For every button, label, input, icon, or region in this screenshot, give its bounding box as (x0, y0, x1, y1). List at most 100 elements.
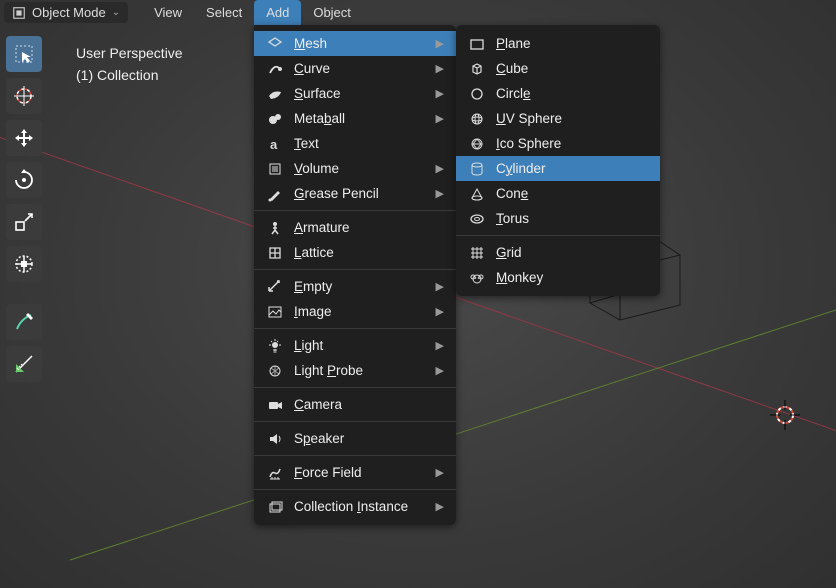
menu-item-camera[interactable]: Camera (254, 392, 456, 417)
submenu-arrow-icon: ▶ (436, 187, 444, 200)
menu-item-armature[interactable]: Armature (254, 215, 456, 240)
menu-item-monkey[interactable]: Monkey (456, 265, 660, 290)
forcefield-icon (266, 464, 284, 482)
menu-item-text[interactable]: a Text (254, 131, 456, 156)
menu-item-label: Ico Sphere (496, 136, 648, 151)
uvsphere-icon (468, 110, 486, 128)
camera-icon (266, 396, 284, 414)
toolbar (6, 36, 42, 382)
submenu-arrow-icon: ▶ (436, 87, 444, 100)
submenu-arrow-icon: ▶ (436, 500, 444, 513)
icosphere-icon (468, 135, 486, 153)
menu-item-label: Light Probe (294, 363, 426, 378)
menu-item-label: Collection Instance (294, 499, 426, 514)
tool-select-box[interactable] (6, 36, 42, 72)
menu-item-label: Metaball (294, 111, 426, 126)
curve-icon (266, 60, 284, 78)
menu-item-grid[interactable]: Grid (456, 240, 660, 265)
menu-item-label: Light (294, 338, 426, 353)
submenu-arrow-icon: ▶ (436, 162, 444, 175)
menu-item-circle[interactable]: Circle (456, 81, 660, 106)
menu-item-label: Surface (294, 86, 426, 101)
tool-cursor[interactable] (6, 78, 42, 114)
tool-transform[interactable] (6, 246, 42, 282)
submenu-arrow-icon: ▶ (436, 112, 444, 125)
menu-item-light[interactable]: Light ▶ (254, 333, 456, 358)
menu-item-label: Force Field (294, 465, 426, 480)
collection-icon (266, 498, 284, 516)
menu-item-label: Cube (496, 61, 648, 76)
submenu-arrow-icon: ▶ (436, 466, 444, 479)
menu-item-empty[interactable]: Empty ▶ (254, 274, 456, 299)
menu-object[interactable]: Object (301, 0, 363, 25)
menu-item-image[interactable]: Image ▶ (254, 299, 456, 324)
menu-item-label: Torus (496, 211, 648, 226)
menu-item-curve[interactable]: Curve▶ (254, 56, 456, 81)
menu-item-cylinder[interactable]: Cylinder (456, 156, 660, 181)
armature-icon (266, 219, 284, 237)
menu-item-lattice[interactable]: Lattice (254, 240, 456, 265)
cylinder-icon (468, 160, 486, 178)
submenu-arrow-icon: ▶ (436, 62, 444, 75)
menu-item-surface[interactable]: Surface ▶ (254, 81, 456, 106)
submenu-arrow-icon: ▶ (436, 364, 444, 377)
menu-add[interactable]: Add (254, 0, 301, 25)
cone-icon (468, 185, 486, 203)
submenu-arrow-icon: ▶ (436, 339, 444, 352)
menu-item-label: Speaker (294, 431, 444, 446)
menu-item-cube[interactable]: Cube (456, 56, 660, 81)
menu-item-plane[interactable]: Plane (456, 31, 660, 56)
menu-item-speaker[interactable]: Speaker (254, 426, 456, 451)
menu-item-torus[interactable]: Torus (456, 206, 660, 231)
menu-item-grease-pencil[interactable]: Grease Pencil▶ (254, 181, 456, 206)
gpencil-icon (266, 185, 284, 203)
cube-icon (468, 60, 486, 78)
menu-item-cone[interactable]: Cone (456, 181, 660, 206)
mode-dropdown[interactable]: Object Mode ⌄ (4, 2, 128, 23)
circle-icon (468, 85, 486, 103)
metaball-icon (266, 110, 284, 128)
menu-item-label: Plane (496, 36, 648, 51)
mesh-submenu[interactable]: Plane Cube CircleUV Sphere Ico Sphere Cylind… (456, 25, 660, 296)
lightprobe-icon (266, 362, 284, 380)
light-icon (266, 337, 284, 355)
menu-item-ico-sphere[interactable]: Ico Sphere (456, 131, 660, 156)
menu-item-volume[interactable]: Volume▶ (254, 156, 456, 181)
volume-icon (266, 160, 284, 178)
torus-icon (468, 210, 486, 228)
submenu-arrow-icon: ▶ (436, 280, 444, 293)
tool-annotate[interactable] (6, 304, 42, 340)
surface-icon (266, 85, 284, 103)
viewport-overlay-text: User Perspective (1) Collection (76, 42, 183, 86)
tool-rotate[interactable] (6, 162, 42, 198)
menu-view[interactable]: View (142, 0, 194, 25)
tool-scale[interactable] (6, 204, 42, 240)
menu-item-light-probe[interactable]: Light Probe ▶ (254, 358, 456, 383)
tool-measure[interactable] (6, 346, 42, 382)
menu-select[interactable]: Select (194, 0, 254, 25)
text-icon: a (266, 135, 284, 153)
menu-item-metaball[interactable]: Metaball ▶ (254, 106, 456, 131)
menu-item-label: Lattice (294, 245, 444, 260)
menu-item-collection-instance[interactable]: Collection Instance ▶ (254, 494, 456, 519)
mesh-icon (266, 35, 284, 53)
add-menu[interactable]: Mesh▶Curve▶ Surface ▶ Metaball ▶ a Text Volume▶… (254, 25, 456, 525)
tool-move[interactable] (6, 120, 42, 156)
menu-item-force-field[interactable]: Force Field ▶ (254, 460, 456, 485)
menu-item-uv-sphere[interactable]: UV Sphere (456, 106, 660, 131)
menu-item-label: Camera (294, 397, 444, 412)
submenu-arrow-icon: ▶ (436, 305, 444, 318)
svg-text:a: a (270, 137, 278, 152)
menu-item-label: Grid (496, 245, 648, 260)
grid-icon (468, 244, 486, 262)
menu-item-label: Image (294, 304, 426, 319)
image-icon (266, 303, 284, 321)
menu-item-label: Armature (294, 220, 444, 235)
submenu-arrow-icon: ▶ (436, 37, 444, 50)
menu-item-mesh[interactable]: Mesh▶ (254, 31, 456, 56)
menu-item-label: Empty (294, 279, 426, 294)
menu-item-label: Cone (496, 186, 648, 201)
header-menus: ViewSelectAddObject (142, 0, 363, 25)
cursor-3d (770, 400, 800, 430)
menu-item-label: Text (294, 136, 444, 151)
